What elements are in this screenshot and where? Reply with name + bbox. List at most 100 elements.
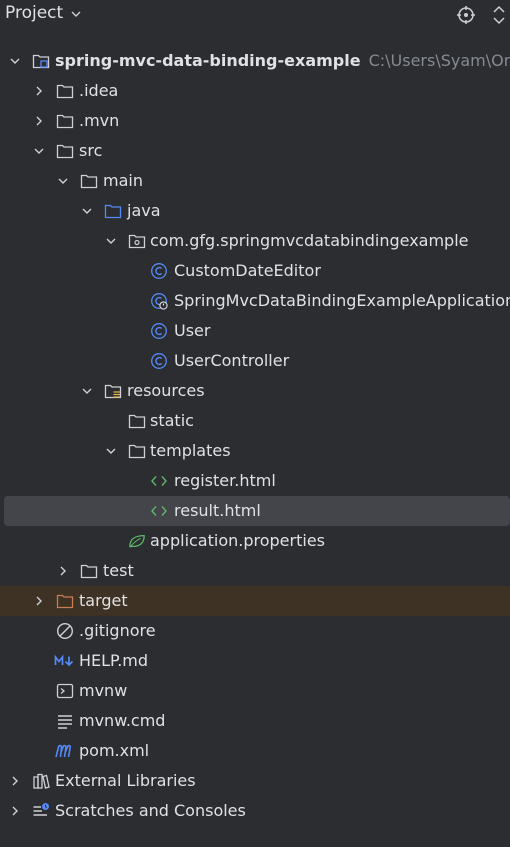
- chevron-right-icon[interactable]: [31, 106, 47, 136]
- tree-label: java: [127, 201, 161, 220]
- tree-node-external-libraries[interactable]: External Libraries: [0, 766, 510, 796]
- spring-leaf-icon: [128, 532, 146, 550]
- class-icon: [150, 322, 168, 340]
- folder-icon: [128, 442, 146, 460]
- tree-label: HELP.md: [79, 651, 149, 670]
- excluded-folder-icon: [56, 592, 74, 610]
- terminal-icon: [56, 682, 74, 700]
- tree-node-test[interactable]: test: [0, 556, 510, 586]
- tree-label: resources: [127, 381, 205, 400]
- html-file-icon: [150, 472, 168, 490]
- tree-node-user[interactable]: User: [0, 316, 510, 346]
- folder-icon: [80, 172, 98, 190]
- tree-node-pom-xml[interactable]: pom.xml: [0, 736, 510, 766]
- root-label: spring-mvc-data-binding-example: [55, 51, 361, 70]
- tree-label: templates: [150, 441, 231, 460]
- tree-node-scratches[interactable]: Scratches and Consoles: [0, 796, 510, 826]
- scratches-icon: [32, 802, 50, 820]
- project-tree: spring-mvc-data-binding-example C:\Users\…: [0, 46, 510, 826]
- chevron-right-icon[interactable]: [55, 556, 71, 586]
- tree-node-root[interactable]: spring-mvc-data-binding-example C:\Users\…: [0, 46, 510, 76]
- tree-node-templates[interactable]: templates: [0, 436, 510, 466]
- tree-label: Scratches and Consoles: [55, 801, 246, 820]
- tree-label: application.properties: [150, 531, 325, 550]
- class-icon: [150, 352, 168, 370]
- tree-node-target[interactable]: target: [0, 586, 510, 616]
- tree-label: User: [174, 321, 211, 340]
- tree-node-java[interactable]: java: [0, 196, 510, 226]
- tree-label: mvnw.cmd: [79, 711, 166, 730]
- library-icon: [32, 772, 50, 790]
- tree-node-resources[interactable]: resources: [0, 376, 510, 406]
- tree-node-help-md[interactable]: HELP.md: [0, 646, 510, 676]
- tree-label: .gitignore: [79, 621, 156, 640]
- view-selector[interactable]: Project: [5, 3, 82, 23]
- folder-icon: [128, 412, 146, 430]
- tree-label: pom.xml: [79, 741, 150, 760]
- tree-node-package[interactable]: com.gfg.springmvcdatabindingexample: [0, 226, 510, 256]
- tree-node-mvn[interactable]: .mvn: [0, 106, 510, 136]
- tree-label: .idea: [79, 81, 119, 100]
- chevron-down-icon[interactable]: [55, 166, 71, 196]
- tree-node-main[interactable]: main: [0, 166, 510, 196]
- tool-window-header: Project: [0, 0, 510, 30]
- chevron-down-icon[interactable]: [79, 376, 95, 406]
- ignore-file-icon: [56, 622, 74, 640]
- module-folder-icon: [32, 52, 50, 70]
- expand-collapse-icon: [493, 5, 505, 25]
- folder-icon: [56, 142, 74, 160]
- tree-node-user-controller[interactable]: UserController: [0, 346, 510, 376]
- tree-node-app-class[interactable]: SpringMvcDataBindingExampleApplication: [0, 286, 510, 316]
- html-file-icon: [150, 502, 168, 520]
- tree-node-static[interactable]: static: [0, 406, 510, 436]
- chevron-down-icon[interactable]: [31, 136, 47, 166]
- folder-icon: [56, 112, 74, 130]
- tree-node-src[interactable]: src: [0, 136, 510, 166]
- folder-icon: [80, 562, 98, 580]
- tree-label: static: [150, 411, 194, 430]
- markdown-icon: [54, 652, 76, 670]
- tree-label: src: [79, 141, 103, 160]
- locate-file-button[interactable]: [455, 4, 477, 26]
- tree-node-custom-date-editor[interactable]: CustomDateEditor: [0, 256, 510, 286]
- chevron-down-icon[interactable]: [7, 46, 23, 76]
- package-icon: [128, 232, 146, 250]
- header-title: Project: [5, 3, 64, 23]
- chevron-right-icon[interactable]: [31, 586, 47, 616]
- tree-label: target: [79, 591, 128, 610]
- tree-node-idea[interactable]: .idea: [0, 76, 510, 106]
- tree-node-gitignore[interactable]: .gitignore: [0, 616, 510, 646]
- tree-label: UserController: [174, 351, 290, 370]
- root-path: C:\Users\Syam\One: [368, 51, 510, 70]
- maven-icon: [54, 742, 76, 760]
- resources-folder-icon: [104, 382, 122, 400]
- tree-node-register-html[interactable]: register.html: [0, 466, 510, 496]
- tree-label: main: [103, 171, 143, 190]
- spring-boot-class-icon: [150, 292, 168, 310]
- tree-node-result-html[interactable]: result.html: [4, 496, 510, 526]
- crosshair-icon: [457, 6, 475, 24]
- chevron-right-icon[interactable]: [7, 766, 23, 796]
- class-icon: [150, 262, 168, 280]
- tree-label: com.gfg.springmvcdatabindingexample: [150, 231, 469, 250]
- tree-node-mvnw[interactable]: mvnw: [0, 676, 510, 706]
- chevron-right-icon[interactable]: [7, 796, 23, 826]
- source-folder-icon: [104, 202, 122, 220]
- tree-label: SpringMvcDataBindingExampleApplication: [174, 291, 510, 310]
- text-file-icon: [56, 712, 74, 730]
- tree-label: .mvn: [79, 111, 120, 130]
- folder-icon: [56, 82, 74, 100]
- expand-collapse-button[interactable]: [488, 4, 510, 26]
- tree-label: External Libraries: [55, 771, 196, 790]
- chevron-down-icon[interactable]: [79, 196, 95, 226]
- project-tool-window: Project spring-mvc-data-binding-example …: [0, 0, 510, 847]
- tree-label: mvnw: [79, 681, 128, 700]
- chevron-down-icon[interactable]: [103, 226, 119, 256]
- tree-node-app-properties[interactable]: application.properties: [0, 526, 510, 556]
- chevron-down-icon[interactable]: [103, 436, 119, 466]
- tree-node-mvnw-cmd[interactable]: mvnw.cmd: [0, 706, 510, 736]
- tree-label: register.html: [174, 471, 276, 490]
- chevron-down-icon: [70, 8, 82, 20]
- chevron-right-icon[interactable]: [31, 76, 47, 106]
- tree-label: CustomDateEditor: [174, 261, 321, 280]
